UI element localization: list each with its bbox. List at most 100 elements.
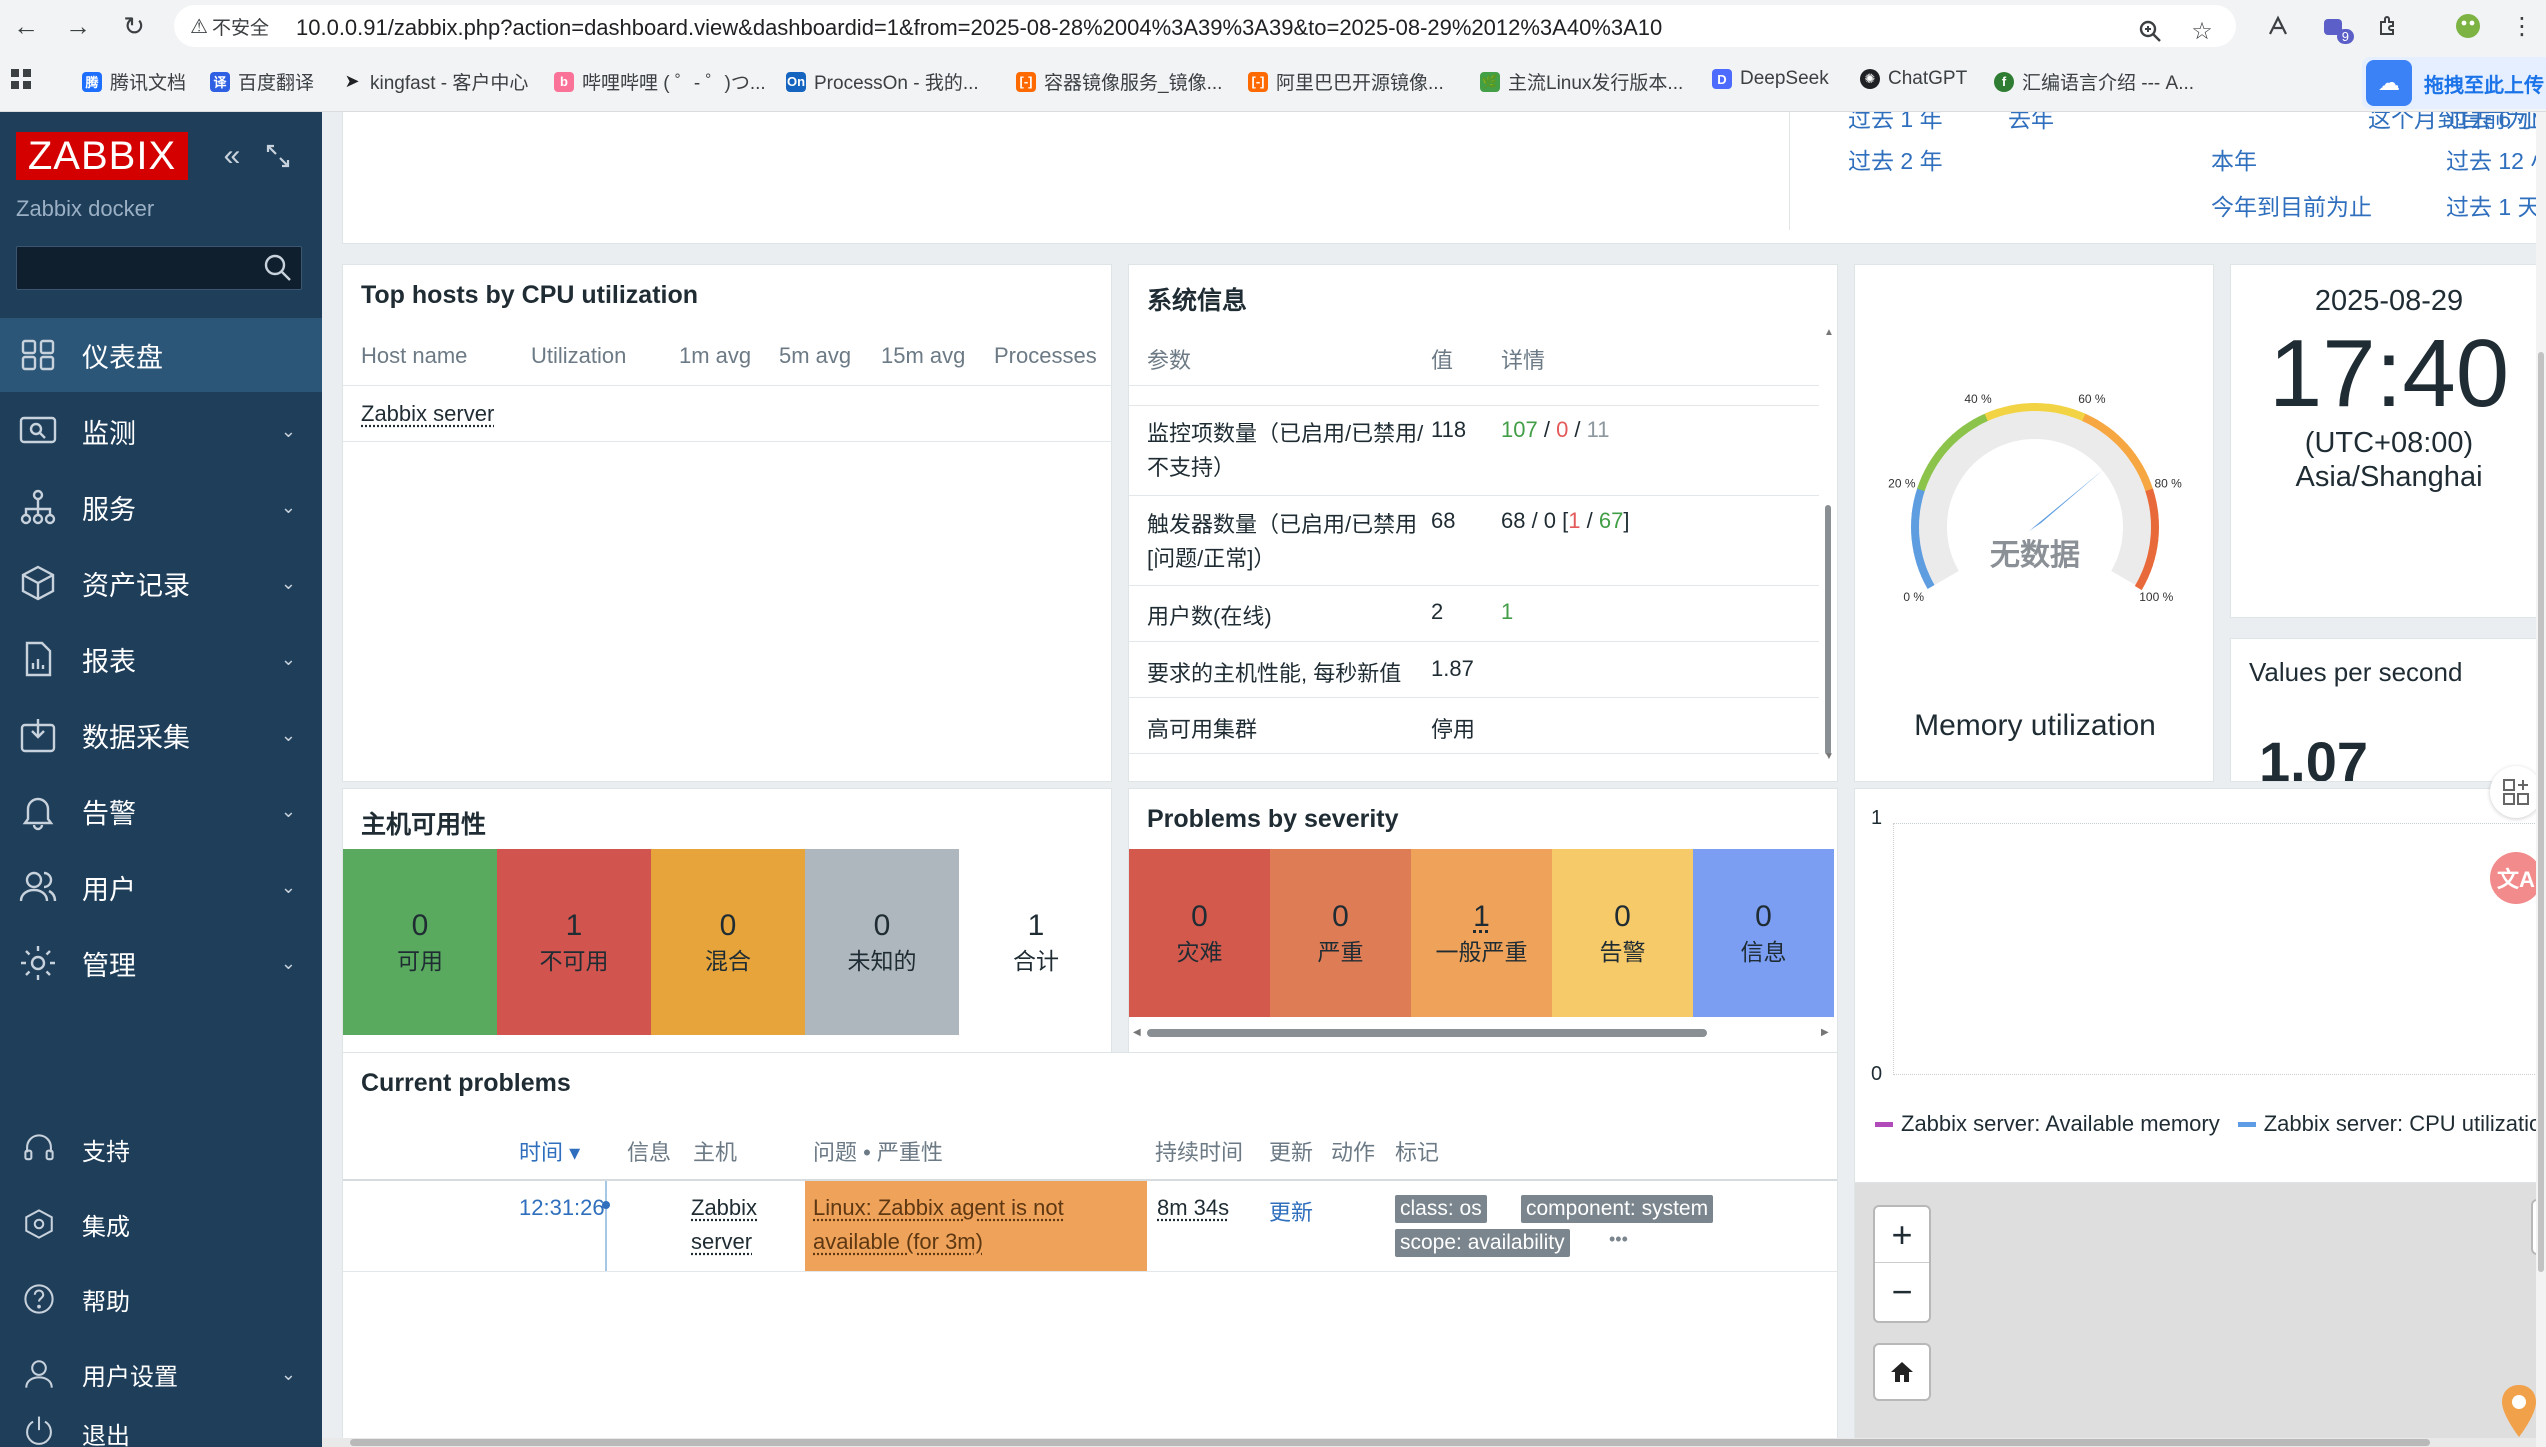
add-widget-icon[interactable] — [2490, 766, 2542, 818]
gauge-scale-arc — [2145, 488, 2157, 505]
star-icon[interactable]: ☆ — [2186, 15, 2218, 47]
scroll-down-icon[interactable]: ▼ — [1824, 751, 1834, 762]
time-preset-link[interactable]: 过去 1 年 — [1848, 112, 1943, 134]
map-marker-icon[interactable] — [2499, 1383, 2539, 1439]
availability-cell[interactable]: 0 未知的 — [805, 849, 959, 1035]
tag-badge[interactable]: component: system — [1521, 1195, 1714, 1223]
bookmark-item[interactable]: f 汇编语言介绍 --- A... — [1994, 68, 2194, 95]
menu-administration[interactable]: 管理 ⌄ — [0, 926, 322, 1000]
menu-services[interactable]: 服务 ⌄ — [0, 470, 322, 544]
sidebar-search-input[interactable] — [16, 246, 302, 290]
url-field[interactable]: ⚠ 不安全 10.0.0.91/zabbix.php?action=dashbo… — [174, 5, 2236, 47]
bookmark-item[interactable]: [-] 容器镜像服务_镜像... — [1016, 68, 1222, 95]
bookmark-item[interactable]: 腾腾讯文档 — [82, 68, 186, 95]
time-preset-link[interactable]: 去年 — [2008, 112, 2054, 134]
menu-reports[interactable]: 报表 ⌄ — [0, 622, 322, 696]
back-arrow-icon[interactable]: ← — [10, 10, 42, 42]
time-preset-link[interactable]: 过去 6 小时 — [2446, 112, 2541, 134]
menu-support[interactable]: 支持 — [0, 1112, 322, 1186]
severity-cell[interactable]: 0 信息 — [1693, 849, 1834, 1017]
availability-cell[interactable]: 1 合计 — [959, 849, 1111, 1035]
zabbix-logo[interactable]: ZABBIX — [16, 132, 188, 180]
kiosk-mode-icon[interactable] — [262, 140, 294, 172]
zoom-in-button[interactable]: + — [1875, 1207, 1929, 1263]
menu-integrations[interactable]: 集成 — [0, 1187, 322, 1261]
zoom-out-button[interactable]: − — [1875, 1264, 1929, 1320]
time-preset-link[interactable]: 过去 1 天 — [2446, 188, 2541, 222]
scroll-right-icon[interactable]: ▶ — [1821, 1027, 1829, 1038]
menu-alerts[interactable]: 告警 ⌄ — [0, 774, 322, 848]
scrollbar-thumb[interactable] — [2538, 352, 2544, 1272]
host-link[interactable]: Zabbix server — [361, 401, 494, 427]
apps-grid-icon[interactable] — [10, 68, 32, 90]
time-preset-link[interactable]: 过去 2 年 — [1848, 142, 1943, 176]
reload-icon[interactable]: ↻ — [118, 10, 150, 42]
more-tags-icon[interactable]: ••• — [1609, 1229, 1628, 1250]
scrollbar-thumb[interactable] — [1825, 505, 1831, 755]
widget-scrollbar[interactable]: ▲ ▼ — [1823, 325, 1834, 765]
tag-badge[interactable]: class: os — [1395, 1195, 1487, 1223]
upload-drop-target[interactable]: ☁ 拖拽至此上传 — [2362, 57, 2546, 109]
host-link[interactable]: Zabbix — [691, 1195, 757, 1221]
problem-link[interactable]: Linux: Zabbix agent is not — [813, 1195, 1064, 1221]
profile-avatar[interactable] — [2452, 10, 2484, 42]
menu-dashboard[interactable]: 仪表盘 — [0, 318, 322, 392]
time-preset-link[interactable]: 过去 12 小时 — [2446, 142, 2541, 176]
menu-data-collection[interactable]: 数据采集 ⌄ — [0, 698, 322, 772]
menu-monitoring[interactable]: 监测 ⌄ — [0, 394, 322, 468]
problem-time-link[interactable]: 12:31:26 — [519, 1195, 605, 1221]
widget-map[interactable]: + − — [1854, 1182, 2546, 1447]
horizontal-scrollbar[interactable]: ◀ ▶ — [1133, 1025, 1833, 1041]
availability-cell[interactable]: 0 可用 — [343, 849, 497, 1035]
menu-help[interactable]: 帮助 — [0, 1262, 322, 1336]
bookmark-item[interactable]: ➤ kingfast - 客户中心 — [342, 68, 528, 95]
severity-cell[interactable]: 0 严重 — [1270, 849, 1411, 1017]
availability-cell[interactable]: 0 混合 — [651, 849, 805, 1035]
update-link[interactable]: 更新 — [1269, 1195, 1313, 1227]
extension-pen-icon[interactable] — [2262, 10, 2294, 42]
scrollbar-thumb[interactable] — [350, 1439, 2430, 1446]
graph-plot-area[interactable] — [1893, 823, 2545, 1075]
problem-severity-cell[interactable]: Linux: Zabbix agent is not available (fo… — [805, 1181, 1147, 1271]
scrollbar-thumb[interactable] — [1147, 1029, 1707, 1037]
scroll-left-icon[interactable]: ◀ — [1133, 1027, 1141, 1038]
menu-user-settings[interactable]: 用户设置 ⌄ — [0, 1337, 322, 1411]
problem-link[interactable]: available (for 3m) — [813, 1229, 983, 1255]
table-cell: 高可用集群 — [1147, 717, 1258, 742]
time-preset-link[interactable]: 今年到目前为止 — [2211, 188, 2372, 222]
host-link[interactable]: server — [691, 1229, 752, 1255]
search-icon[interactable] — [263, 253, 293, 283]
menu-inventory[interactable]: 资产记录 ⌄ — [0, 546, 322, 620]
forward-arrow-icon[interactable]: → — [62, 10, 94, 42]
severity-cell[interactable]: 1 一般严重 — [1411, 849, 1552, 1017]
gauge-tick-label: 40 % — [1964, 392, 1992, 406]
bookmark-item[interactable]: 🌿 主流Linux发行版本... — [1480, 68, 1683, 95]
security-indicator[interactable]: ⚠ 不安全 — [190, 13, 269, 39]
bookmark-item[interactable]: ✺ ChatGPT — [1860, 68, 1967, 90]
bookmark-item[interactable]: 译百度翻译 — [210, 68, 314, 95]
tag-badge[interactable]: scope: availability — [1395, 1229, 1570, 1257]
menu-users[interactable]: 用户 ⌄ — [0, 850, 322, 924]
page-vertical-scrollbar[interactable] — [2536, 112, 2546, 1447]
time-preset-link[interactable]: 本年 — [2211, 142, 2257, 176]
map-home-button[interactable] — [1873, 1343, 1931, 1401]
puzzle-icon[interactable] — [2372, 10, 2404, 42]
extension-icon[interactable]: 9 — [2318, 10, 2354, 44]
collapse-sidebar-icon[interactable]: « — [216, 139, 248, 172]
translate-icon[interactable]: 文A — [2490, 852, 2542, 904]
zoom-icon[interactable] — [2134, 15, 2166, 47]
page-horizontal-scrollbar[interactable] — [322, 1438, 2536, 1447]
bookmark-item[interactable]: D DeepSeek — [1712, 68, 1829, 90]
bookmark-item[interactable]: [-] 阿里巴巴开源镜像... — [1248, 68, 1444, 95]
gauge-scale-arc — [1911, 499, 1922, 515]
sort-column-header[interactable]: 时间 ▾ — [519, 1135, 580, 1167]
severity-cell[interactable]: 0 灾难 — [1129, 849, 1270, 1017]
bookmark-item[interactable]: b 哔哩哔哩 ( ゜- ゜)つ... — [554, 68, 766, 95]
scroll-up-icon[interactable]: ▲ — [1824, 327, 1834, 338]
availability-cell[interactable]: 1 不可用 — [497, 849, 651, 1035]
severity-cell[interactable]: 0 告警 — [1552, 849, 1693, 1017]
duration-link[interactable]: 8m 34s — [1157, 1195, 1229, 1221]
bookmark-item[interactable]: On ProcessOn - 我的... — [786, 68, 979, 95]
menu-sign-out[interactable]: 退出 — [0, 1412, 322, 1447]
menu-kebab-icon[interactable]: ⋮ — [2506, 10, 2538, 42]
